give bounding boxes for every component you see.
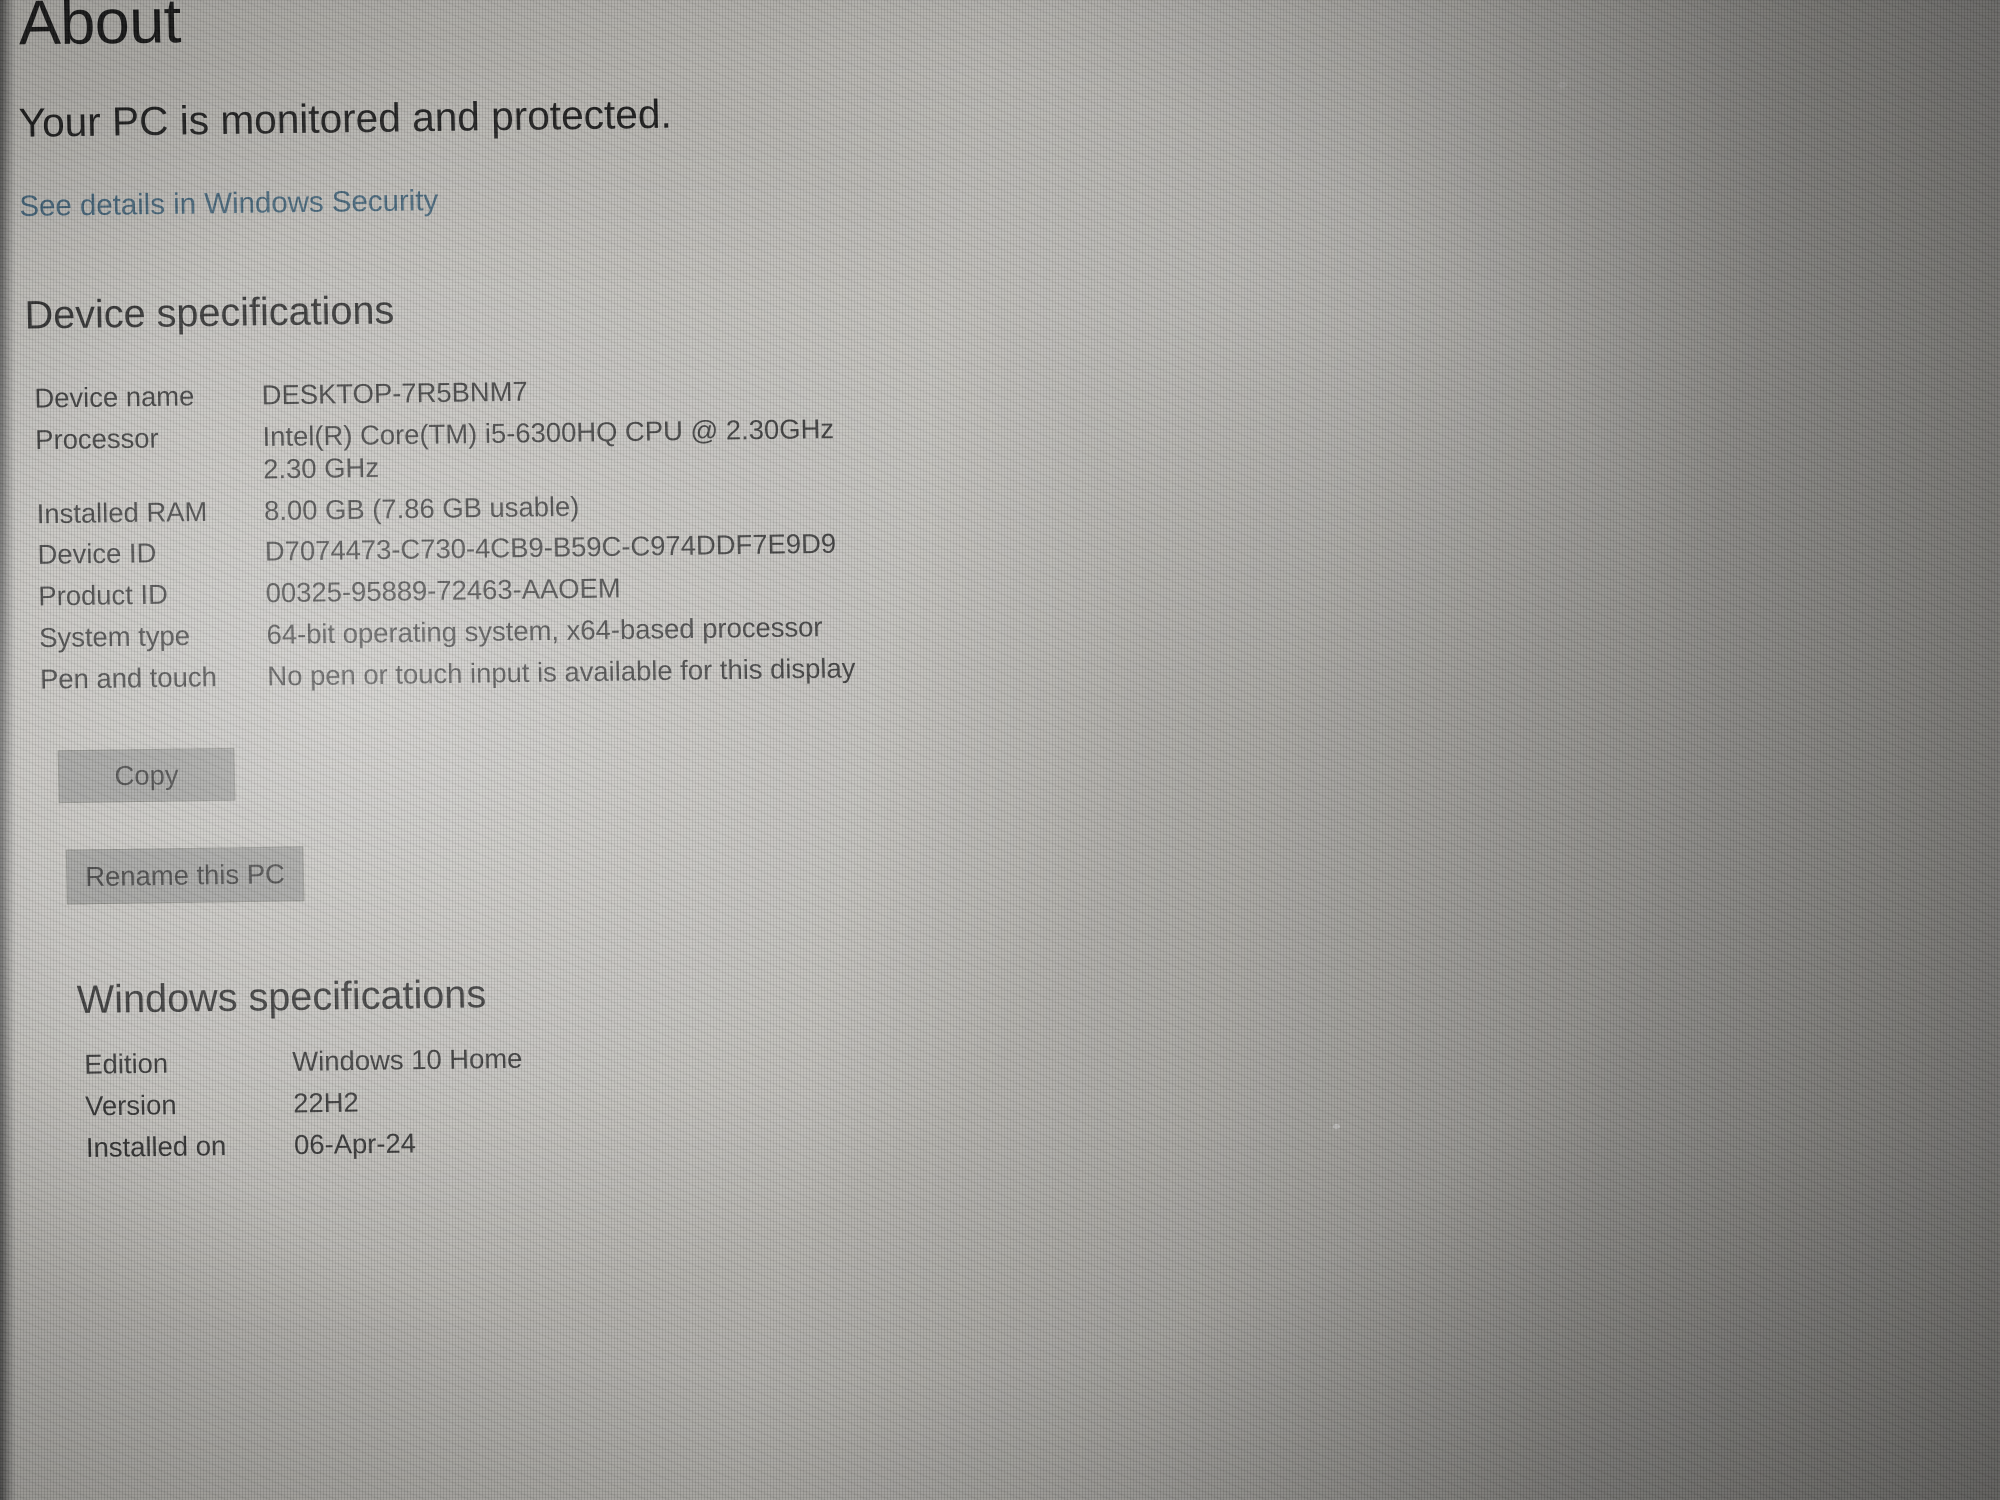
windows-specifications-heading: Windows specifications: [76, 972, 487, 1023]
spec-label: Version: [84, 1089, 177, 1122]
spec-value: No pen or touch input is available for t…: [267, 652, 856, 692]
spec-label: System type: [38, 620, 191, 654]
spec-row-installed-ram: Installed RAM 8.00 GB (7.86 GB usable): [36, 487, 858, 531]
spec-value: D7074473-C730-4CB9-B59C-C974DDF7E9D9: [264, 528, 837, 568]
spec-row-installed-on: Installed on 06-Apr-24: [86, 1126, 525, 1164]
spec-value: 06-Apr-24: [293, 1127, 417, 1160]
spec-value: DESKTOP-7R5BNM7: [261, 376, 529, 411]
spec-value: Intel(R) Core(TM) i5-6300HQ CPU @ 2.30GH…: [262, 413, 835, 485]
settings-about-page: About Your PC is monitored and protected…: [0, 0, 2000, 1500]
spec-row-device-name: Device name DESKTOP-7R5BNM7: [34, 372, 856, 416]
windows-specifications-table: Edition Windows 10 Home Version 22H2 Ins…: [84, 1043, 525, 1174]
spec-row-product-id: Product ID 00325-95889-72463-AAOEM: [38, 570, 860, 614]
copy-button[interactable]: Copy: [57, 747, 236, 804]
windows-security-details-link[interactable]: See details in Windows Security: [19, 185, 438, 224]
spec-value: 00325-95889-72463-AAOEM: [265, 573, 621, 609]
device-specifications-table: Device name DESKTOP-7R5BNM7 Processor In…: [34, 372, 862, 706]
protection-status-text: Your PC is monitored and protected.: [18, 92, 673, 146]
spec-label: Installed RAM: [36, 496, 208, 529]
page-title: About: [18, 0, 182, 59]
spec-value: 22H2: [292, 1087, 360, 1119]
dust-speck: [1333, 1124, 1340, 1129]
spec-value: 64-bit operating system, x64-based proce…: [266, 611, 823, 651]
spec-label: Edition: [84, 1048, 169, 1080]
device-specifications-heading: Device specifications: [24, 288, 395, 338]
spec-value: 8.00 GB (7.86 GB usable): [263, 490, 580, 526]
spec-value: Windows 10 Home: [292, 1043, 523, 1077]
spec-label: Processor: [34, 422, 159, 456]
spec-row-pen-and-touch: Pen and touch No pen or touch input is a…: [40, 653, 862, 697]
spec-label: Installed on: [85, 1130, 227, 1163]
spec-label: Device ID: [37, 538, 157, 571]
settings-about-screen-photo: About Your PC is monitored and protected…: [0, 0, 2000, 1500]
spec-row-edition: Edition Windows 10 Home: [84, 1043, 523, 1081]
spec-label: Device name: [34, 380, 195, 414]
rename-this-pc-button[interactable]: Rename this PC: [65, 846, 305, 905]
spec-row-processor: Processor Intel(R) Core(TM) i5-6300HQ CP…: [35, 413, 857, 489]
spec-row-version: Version 22H2: [85, 1085, 524, 1123]
spec-row-system-type: System type 64-bit operating system, x64…: [39, 611, 861, 655]
spec-row-device-id: Device ID D7074473-C730-4CB9-B59C-C974DD…: [37, 528, 859, 572]
spec-label: Product ID: [38, 579, 169, 612]
spec-label: Pen and touch: [39, 661, 218, 695]
dust-speck: [1558, 82, 1567, 88]
